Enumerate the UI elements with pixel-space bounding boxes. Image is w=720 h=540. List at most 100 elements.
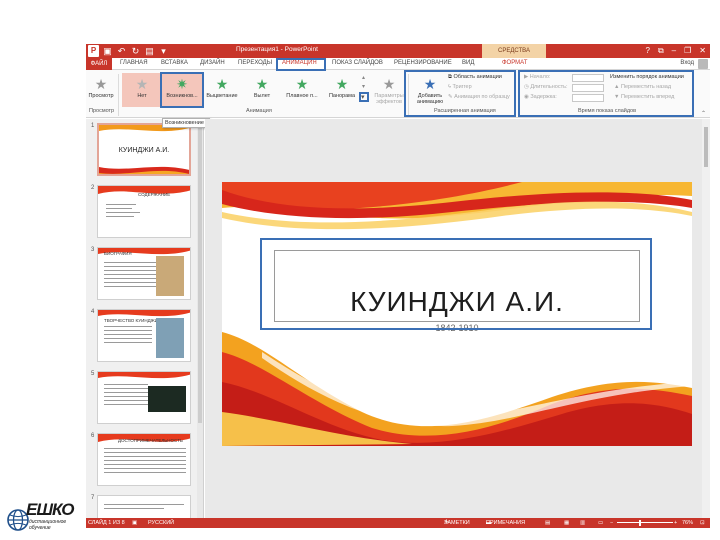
slide-number: 5 [91,371,95,377]
tab-home[interactable]: ГЛАВНАЯ [120,60,148,66]
sign-in-link[interactable]: Вход [680,60,694,66]
restore-button[interactable]: ❐ [684,45,691,57]
logo-text: ЕШКО [26,500,74,519]
slide-thumbnail[interactable] [97,371,191,424]
scrollbar-thumb[interactable] [198,123,202,423]
slide-thumbnail[interactable]: ДОСТОПРИМЕЧАТЕЛЬНОСТЬ [97,433,191,486]
slide-number: 3 [91,247,95,253]
zoom-slider[interactable] [617,522,673,523]
text-line [106,216,134,217]
text-line [104,396,148,397]
window-title: Презентация1 - PowerPoint [236,46,318,53]
zoom-in-icon[interactable]: + [674,518,677,528]
slide-editor: КУИНДЖИ А.И. 1842-1910 [205,119,710,518]
effect-options-star-icon: ★ [382,76,396,92]
tooltip: Возникновение [162,118,210,128]
tab-file[interactable]: ФАЙЛ [86,58,112,70]
star-icon: ★ [335,76,349,92]
powerpoint-window: P ▣ ↶ ↻ ▤ ▾ Презентация1 - PowerPoint СР… [86,44,710,528]
slide-number: 2 [91,185,95,191]
tab-format[interactable]: ФОРМАТ [502,60,527,66]
highlight-timing [518,70,694,117]
text-line [106,208,132,209]
animation-pan-button[interactable]: ★ Панорама [322,73,362,107]
normal-view-icon[interactable]: ▤ [545,518,550,528]
save-icon[interactable]: ▣ [102,45,113,57]
collapse-ribbon-icon[interactable]: ⌃ [701,110,706,117]
slide-thumbnail[interactable]: КУИНДЖИ А.И. [97,123,191,176]
language-indicator[interactable]: РУССКИЙ [148,518,174,528]
tab-view[interactable]: ВИД [462,60,474,66]
text-line [104,384,148,385]
highlight-animation-tab [276,58,326,71]
animation-fade-button[interactable]: ★ Выцветание [202,73,242,107]
painting-image [156,318,184,358]
slide-thumbnails-panel: 1 КУИНДЖИ А.И. 2 СОДЕРЖАНИЕ 3 БИОГРАФИЯ … [86,119,204,528]
text-line [106,212,140,213]
ribbon-tabs: ФАЙЛ ГЛАВНАЯ ВСТАВКА ДИЗАЙН ПЕРЕХОДЫ АНИ… [86,58,710,70]
text-line [104,338,152,339]
ribbon-display-button[interactable]: ⧉ [658,45,664,57]
tab-slideshow[interactable]: ПОКАЗ СЛАЙДОВ [332,60,383,66]
star-icon: ★ [255,76,269,92]
animation-fly-in-button[interactable]: ★ Вылет [242,73,282,107]
slide-number: 6 [91,433,95,439]
text-line [104,456,186,457]
slide-thumbnail[interactable]: БИОГРАФИЯ [97,247,191,300]
slide-number: 1 [91,123,95,129]
gallery-scroll-up-icon[interactable]: ▴ [362,74,365,81]
powerpoint-logo-icon: P [88,45,99,57]
help-button[interactable]: ? [646,45,650,57]
slide-sorter-icon[interactable]: ▦ [564,518,569,528]
star-icon: ★ [215,76,229,92]
scrollbar-thumb[interactable] [704,127,708,167]
slide-thumb-title: ДОСТОПРИМЕЧАТЕЛЬНОСТЬ [118,438,183,443]
main-scrollbar[interactable] [702,119,710,518]
group-label-animation: Анимация [246,108,272,114]
preview-star-icon: ★ [94,76,108,92]
close-button[interactable]: ✕ [699,45,706,57]
ribbon-animations: ★ Просмотр Просмотр ★ Нет ✷ Возникнов...… [86,70,710,118]
star-icon: ★ [295,76,309,92]
gallery-scroll-down-icon[interactable]: ▾ [362,83,365,90]
start-slideshow-icon[interactable]: ▤ [144,45,155,57]
text-line [104,464,186,465]
minimize-button[interactable]: – [672,45,676,57]
zoom-slider-knob[interactable] [639,520,641,526]
slide-thumbnail[interactable]: СОДЕРЖАНИЕ [97,185,191,238]
zoom-level[interactable]: 76% [682,518,693,528]
text-line [104,330,152,331]
highlight-advanced-animation [404,70,516,117]
reading-view-icon[interactable]: ▥ [580,518,585,528]
text-line [104,266,156,267]
slide-thumbnail[interactable]: ТВОРЧЕСТВО КУИНДЖИ [97,309,191,362]
thumbnails-scrollbar[interactable] [197,119,203,518]
text-line [104,326,152,327]
spell-check-icon[interactable]: ▣ [132,518,137,528]
text-line [104,270,156,271]
avatar[interactable] [698,59,708,69]
star-icon: ★ [135,76,149,92]
title-bar: P ▣ ↶ ↻ ▤ ▾ Презентация1 - PowerPoint СР… [86,44,710,68]
animation-none-button[interactable]: ★ Нет [122,73,162,107]
tab-insert[interactable]: ВСТАВКА [161,60,188,66]
tab-review[interactable]: РЕЦЕНЗИРОВАНИЕ [394,60,452,66]
undo-icon[interactable]: ↶ [116,45,127,57]
text-line [106,204,136,205]
redo-icon[interactable]: ↻ [130,45,141,57]
effect-options-button[interactable]: ★ Параметры эффектов [370,73,408,107]
customize-qat-icon[interactable]: ▾ [158,45,169,57]
tab-transitions[interactable]: ПЕРЕХОДЫ [238,60,272,66]
fit-slide-icon[interactable]: ⊡ [700,518,705,528]
window-controls: ? ⧉ – ❐ ✕ [646,45,707,57]
tab-design[interactable]: ДИЗАЙН [200,60,225,66]
slide-number: 7 [91,495,95,501]
text-line [104,404,148,405]
drawing-tools-context-tab: СРЕДСТВА РИСОВАНИЯ [482,44,546,68]
animation-float-in-button[interactable]: ★ Плавное п... [282,73,322,107]
preview-button[interactable]: ★ Просмотр [88,73,114,107]
text-line [104,388,148,389]
slideshow-view-icon[interactable]: ▭ [598,518,603,528]
highlight-appear [160,72,204,108]
zoom-out-icon[interactable]: − [610,518,613,528]
